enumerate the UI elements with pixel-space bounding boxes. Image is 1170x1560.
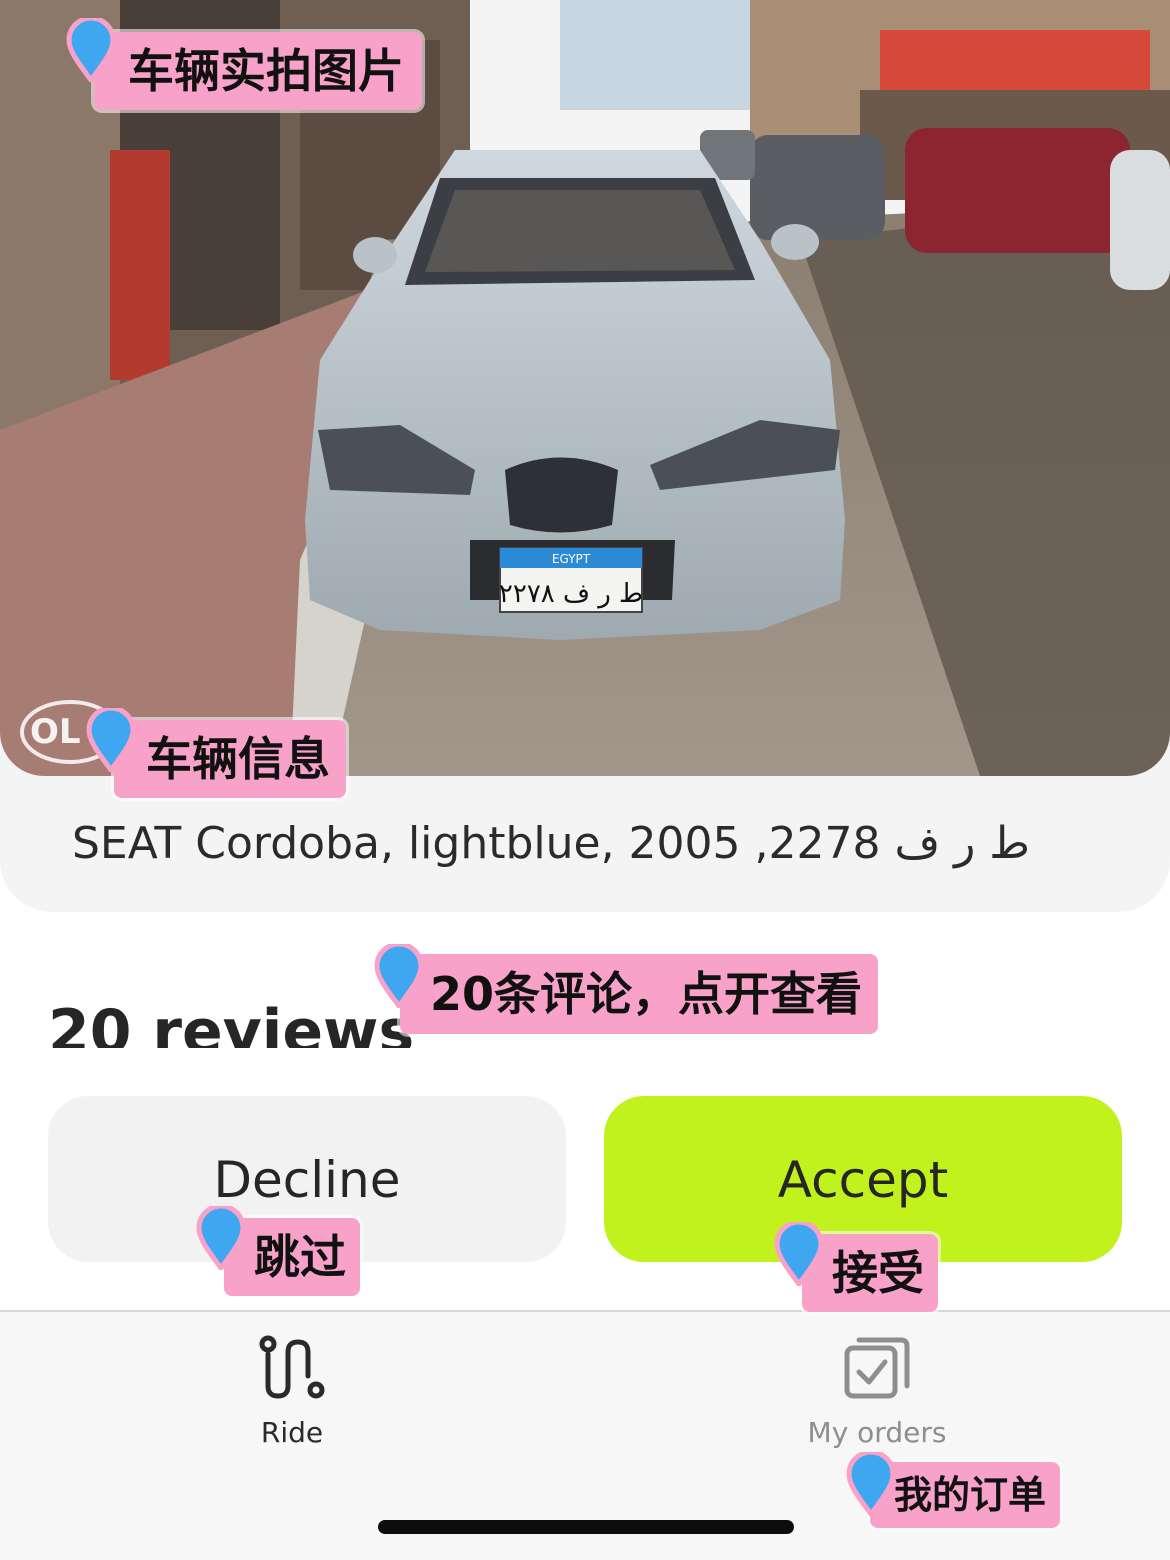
annotation-my-orders: 我的订单 (870, 1462, 1061, 1528)
map-pin-icon (196, 1206, 246, 1270)
annotation-reviews: 20条评论，点开查看 (400, 954, 879, 1034)
vehicle-photo[interactable]: EGYPT ط ر ف ٢٢٧٨ (0, 0, 1170, 776)
plate-country: EGYPT (552, 552, 591, 566)
nav-label-ride: Ride (260, 1416, 324, 1449)
vehicle-photo-illustration: EGYPT ط ر ف ٢٢٧٨ (0, 0, 1170, 776)
map-pin-icon (86, 708, 136, 772)
reviews-link[interactable]: 20 reviews (48, 996, 414, 1048)
map-pin-icon (846, 1452, 896, 1516)
route-icon (259, 1335, 325, 1399)
plate-number: ط ر ف ٢٢٧٨ (499, 579, 643, 609)
map-pin-icon (774, 1222, 824, 1286)
home-indicator (378, 1520, 794, 1534)
annotation-vehicle-photo: 车辆实拍图片 (94, 32, 422, 110)
map-pin-icon (66, 18, 116, 82)
orders-check-icon (844, 1337, 910, 1399)
vehicle-description: SEAT Cordoba, lightblue, 2005 ,2278 ط ر … (72, 818, 1030, 869)
nav-label-my-orders: My orders (807, 1416, 947, 1449)
annotation-vehicle-info: 车辆信息 (114, 720, 346, 798)
map-pin-icon (374, 944, 424, 1008)
